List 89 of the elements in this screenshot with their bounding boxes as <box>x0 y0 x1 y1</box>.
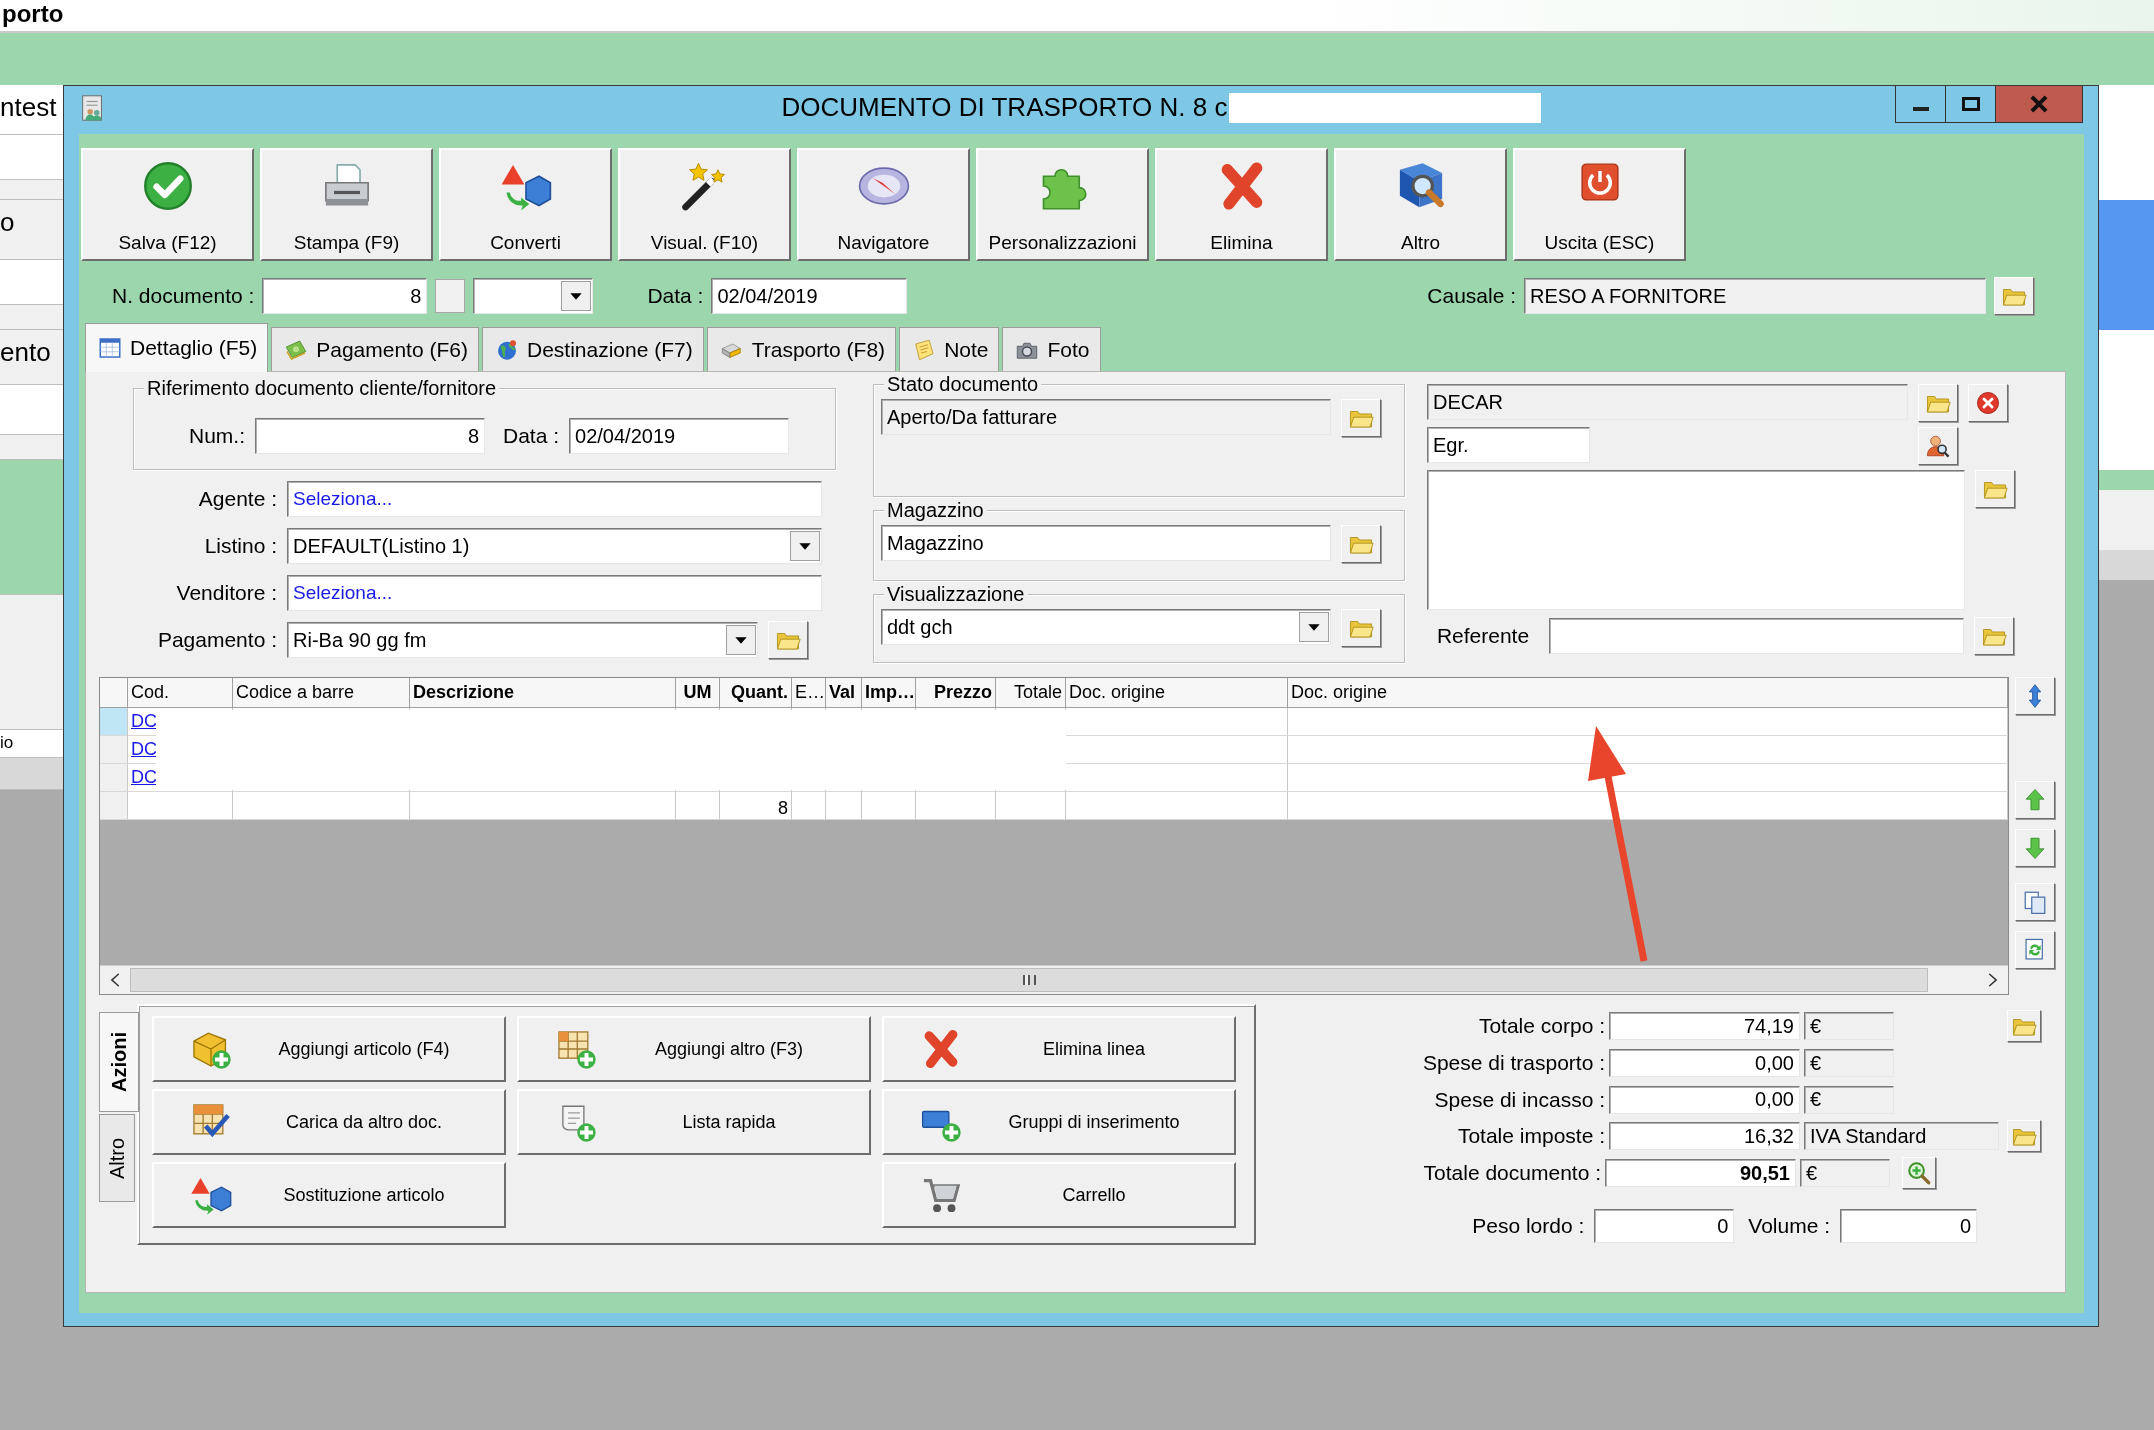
background-label: ento <box>0 330 63 385</box>
column-header[interactable]: UM <box>676 678 720 708</box>
text-field[interactable]: Magazzino <box>881 525 1331 561</box>
field-label: Referente <box>1435 624 1531 648</box>
amount-field: 74,19 <box>1609 1012 1800 1041</box>
toolbar-button[interactable]: Visual. (F10) <box>618 148 791 261</box>
column-header[interactable]: Doc. origine <box>1288 678 2008 708</box>
number-field[interactable]: 0 <box>1840 1209 1977 1244</box>
item-code-link[interactable]: DC <box>131 739 157 760</box>
column-header[interactable]: Doc. origine <box>1066 678 1288 708</box>
background-label: ntest <box>0 85 63 135</box>
field-label: Spese di incasso : <box>1434 1087 1605 1112</box>
field-label: Totale documento : <box>1423 1161 1601 1185</box>
item-code-link[interactable]: DC <box>131 767 157 788</box>
action-button[interactable]: Carrello <box>882 1162 1236 1228</box>
field-label: N. documento : <box>112 284 255 308</box>
side-tab[interactable]: Azioni <box>99 1012 139 1112</box>
action-button[interactable]: Aggiungi articolo (F4) <box>152 1016 506 1082</box>
action-button[interactable]: Lista rapida <box>517 1089 871 1155</box>
tab[interactable]: Destinazione (F7) <box>481 327 704 371</box>
currency-field: € <box>1800 1159 1890 1187</box>
window-title: DOCUMENTO DI TRASPORTO N. 8 c <box>781 92 1228 123</box>
number-field[interactable]: 0 <box>1594 1209 1735 1244</box>
background-label: o <box>0 200 63 260</box>
date-field[interactable]: 02/04/2019 <box>711 278 908 314</box>
field-label: Peso lordo : <box>1472 1214 1585 1239</box>
currency-field: € <box>1804 1049 1894 1077</box>
text-field[interactable]: 8 <box>255 418 485 454</box>
toolbar-button[interactable]: Navigatore <box>797 148 970 261</box>
field-label: Pagamento : <box>156 628 277 652</box>
column-header[interactable]: Quant. <box>720 678 792 708</box>
column-header[interactable]: Cod. <box>128 678 233 708</box>
background-title: porto <box>2 0 64 28</box>
field-label: Listino : <box>203 534 277 558</box>
tab[interactable]: Trasporto (F8) <box>706 327 897 371</box>
column-header[interactable]: Totale <box>996 678 1066 708</box>
dropdown[interactable]: Ri-Ba 90 gg fm <box>287 622 758 658</box>
field-label: Totale corpo : <box>1478 1014 1605 1039</box>
dropdown[interactable]: DEFAULT(Listino 1) <box>287 528 822 564</box>
toolbar-button[interactable]: Uscita (ESC) <box>1513 148 1686 261</box>
column-header[interactable]: Val <box>826 678 862 708</box>
tab[interactable]: Foto <box>1002 327 1101 371</box>
text-field[interactable]: 8 <box>262 278 428 314</box>
toolbar-button[interactable]: Personalizzazioni <box>976 148 1149 261</box>
background-label: io <box>0 730 63 758</box>
field-label: Agente : <box>197 487 277 511</box>
field-label: Data : <box>647 284 704 308</box>
amount-field: 16,32 <box>1609 1122 1800 1151</box>
dropdown[interactable]: ddt gch <box>881 609 1331 645</box>
amount-field: 0,00 <box>1609 1085 1800 1114</box>
column-header[interactable]: Descrizione <box>410 678 676 708</box>
field-label: Volume : <box>1748 1214 1830 1239</box>
field-label: Num.: <box>189 424 245 448</box>
select-field[interactable]: Seleziona... <box>287 575 822 611</box>
column-header[interactable]: Prezzo <box>916 678 996 708</box>
currency-field: IVA Standard <box>1804 1122 1999 1151</box>
field-label: Causale : <box>1427 284 1516 308</box>
field-label: Totale imposte : <box>1457 1124 1605 1149</box>
field-label: Spese di trasporto : <box>1422 1051 1605 1075</box>
text-field[interactable]: Egr. <box>1427 427 1590 463</box>
action-button[interactable]: Sostituzione articolo <box>152 1162 506 1228</box>
field-label: Venditore : <box>175 581 277 605</box>
toolbar-button[interactable]: Altro <box>1334 148 1507 261</box>
currency-field: € <box>1804 1012 1894 1041</box>
toolbar-button[interactable]: Converti <box>439 148 612 261</box>
side-tab[interactable]: Altro <box>99 1114 135 1202</box>
toolbar-button[interactable]: Salva (F12) <box>81 148 254 261</box>
tab[interactable]: Dettaglio (F5) <box>85 323 269 372</box>
amount-field: 0,00 <box>1609 1049 1800 1077</box>
tab[interactable]: Pagamento (F6) <box>271 327 479 371</box>
table-cell: 8 <box>720 792 792 820</box>
action-button[interactable]: Elimina linea <box>882 1016 1236 1082</box>
column-header[interactable]: Imp… <box>862 678 916 708</box>
currency-field: € <box>1804 1085 1894 1114</box>
action-button[interactable]: Aggiungi altro (F3) <box>517 1016 871 1082</box>
date-field[interactable]: 02/04/2019 <box>569 418 790 454</box>
toolbar-button[interactable]: Stampa (F9) <box>260 148 433 261</box>
text-field[interactable]: DECAR <box>1427 384 1908 420</box>
field-label: Data : <box>503 424 560 448</box>
text-field[interactable]: RESO A FORNITORE <box>1524 278 1986 314</box>
column-header[interactable]: E… <box>792 678 826 708</box>
column-header[interactable]: Codice a barre <box>233 678 410 708</box>
toolbar-button[interactable]: Elimina <box>1155 148 1328 261</box>
amount-field: 90,51 <box>1605 1159 1796 1187</box>
action-button[interactable]: Carica da altro doc. <box>152 1089 506 1155</box>
tab[interactable]: Note <box>899 327 1000 371</box>
action-button[interactable]: Gruppi di inserimento <box>882 1089 1236 1155</box>
select-field[interactable]: Seleziona... <box>287 481 822 517</box>
item-code-link[interactable]: DC <box>131 711 157 732</box>
